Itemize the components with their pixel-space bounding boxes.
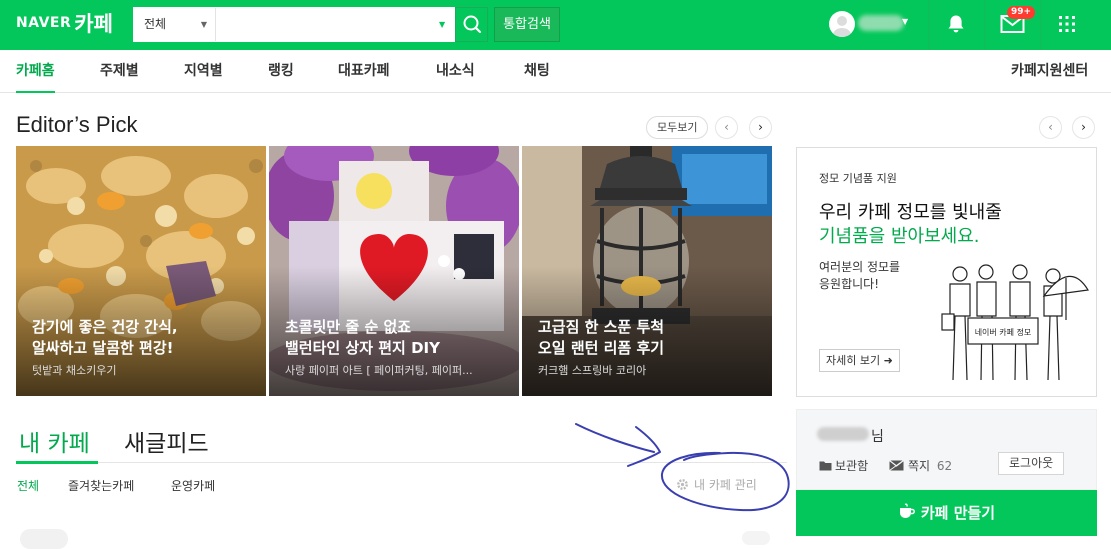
blurred-username [817,427,869,441]
card-title-line2: 오일 랜턴 리폼 후기 [538,339,665,357]
username-suffix: 님 [871,429,884,445]
promo-headline-1: 우리 카페 정모를 빛내줄 [819,202,1002,223]
search-input[interactable] [218,10,428,39]
nav-my-news[interactable]: 내소식 [436,50,475,93]
user-info-box: 님 보관함 쪽지 62 로그아웃 [796,409,1097,490]
user-silhouette-icon [833,16,851,37]
gear-icon [677,479,688,490]
apps-grid-icon[interactable] [1058,15,1076,33]
avatar[interactable] [829,11,855,37]
note-envelope-icon [889,460,904,471]
manage-my-cafe-button[interactable]: 내 카페 관리 [676,476,757,493]
manage-label: 내 카페 관리 [694,478,757,492]
notes-label: 쪽지 [908,459,931,473]
tab-my-cafe[interactable]: 내 카페 [19,424,90,458]
notification-badge: 99+ [1007,6,1036,19]
create-cafe-button[interactable]: 카페 만들기 [796,490,1097,536]
card-title-line1: 감기에 좋은 건강 간식, [32,318,178,336]
card-title-line1: 고급짐 한 스푼 투척 [538,318,665,336]
search-icon [463,15,482,34]
card-title-line2: 밸런타인 상자 편지 DIY [285,339,440,357]
meetup-people-illustration: 네이버 카페 정모 [941,264,1089,381]
promo-details-button[interactable]: 자세히 보기 ➜ [819,349,900,372]
main-nav: 카페홈 주제별 지역별 랭킹 대표카페 내소식 채팅 카페지원센터 [0,50,1111,93]
card-title-line1: 초콜릿만 줄 순 없죠 [285,318,412,336]
divider [928,0,929,50]
nav-support-center[interactable]: 카페지원센터 [1011,50,1088,93]
nav-topics[interactable]: 주제별 [100,50,139,93]
nav-cafe-home[interactable]: 카페홈 [16,50,55,93]
nav-featured-cafes[interactable]: 대표카페 [338,50,390,93]
chevron-down-icon[interactable]: ▼ [902,17,908,26]
right-panel-prev-button[interactable]: ‹ [1039,116,1062,139]
search-category-label: 전체 [144,17,167,31]
card-title-line2: 알싸하고 달콤한 편강! [32,339,174,357]
tab-new-feed[interactable]: 새글피드 [124,424,209,458]
view-all-button[interactable]: 모두보기 [646,116,709,139]
promo-desc-2: 응원합니다! [819,277,880,291]
storage-label: 보관함 [835,459,869,473]
promo-label: 정모 기념품 지원 [819,172,897,185]
banner-text: 네이버 카페 정모 [975,327,1032,337]
search-category-select[interactable]: 전체 ▼ [134,8,216,41]
editors-pick-title: Editor’s Pick [16,112,138,137]
folder-icon [819,461,832,471]
logo-cafe: 카페 [74,12,113,36]
right-panel-next-button[interactable]: › [1072,116,1095,139]
card-cafe-name: 커크햄 스프링바 코리아 [538,364,647,377]
active-tab-underline [16,461,98,464]
top-bar: NAVER 카페 전체 ▼ ▼ 통합검색 ▼ 99+ [0,0,1111,50]
editor-pick-card[interactable]: 감기에 좋은 건강 간식, 알싸하고 달콤한 편강! 텃밭과 채소키우기 [16,146,266,396]
search-button[interactable] [455,7,488,42]
dropdown-arrow-icon: ▼ [200,20,207,29]
nav-regions[interactable]: 지역별 [184,50,223,93]
tab-divider [16,462,787,463]
search-box: 전체 ▼ ▼ [133,7,455,42]
editor-pick-card[interactable]: 고급짐 한 스푼 투척 오일 랜턴 리폼 후기 커크햄 스프링바 코리아 [522,146,772,396]
search-autocomplete-toggle-icon[interactable]: ▼ [439,8,445,41]
chevron-left-icon: ‹ [724,120,729,134]
chevron-right-icon: › [1081,120,1086,134]
bell-icon[interactable] [945,13,967,35]
loading-placeholder [20,529,68,549]
promo-banner[interactable]: 정모 기념품 지원 우리 카페 정모를 빛내줄 기념품을 받아보세요. 여러분의… [796,147,1097,397]
subtab-favorites[interactable]: 즐겨찾는카페 [68,477,134,494]
blurred-nickname[interactable] [858,15,904,31]
unified-search-button[interactable]: 통합검색 [494,7,560,42]
divider [1040,0,1041,50]
prev-arrow-button[interactable]: ‹ [715,116,738,139]
logout-button[interactable]: 로그아웃 [998,452,1065,475]
nav-chat[interactable]: 채팅 [524,50,550,93]
nav-ranking[interactable]: 랭킹 [268,50,294,93]
naver-cafe-logo[interactable]: NAVER 카페 [16,8,113,38]
promo-headline-2: 기념품을 받아보세요. [819,226,980,247]
divider [984,0,985,50]
storage-link[interactable]: 보관함 [819,457,868,474]
subtab-managed[interactable]: 운영카페 [171,477,215,494]
chevron-right-icon: › [758,120,763,134]
logo-naver: NAVER [16,15,72,31]
create-cafe-label: 카페 만들기 [920,504,996,522]
notes-link[interactable]: 쪽지 62 [889,457,952,474]
card-cafe-name: 사랑 페이퍼 아트 [ 페이퍼커팅, 페이퍼... [285,364,473,377]
next-arrow-button[interactable]: › [749,116,772,139]
notes-count: 62 [936,459,953,473]
coffee-cup-icon [899,503,915,518]
card-cafe-name: 텃밭과 채소키우기 [32,364,117,377]
promo-desc-1: 여러분의 정모를 [819,260,901,274]
loading-placeholder [742,531,770,545]
subtab-all[interactable]: 전체 [17,477,39,494]
editor-pick-card[interactable]: 초콜릿만 줄 순 없죠 밸런타인 상자 편지 DIY 사랑 페이퍼 아트 [ 페… [269,146,519,396]
chevron-left-icon: ‹ [1048,120,1053,134]
